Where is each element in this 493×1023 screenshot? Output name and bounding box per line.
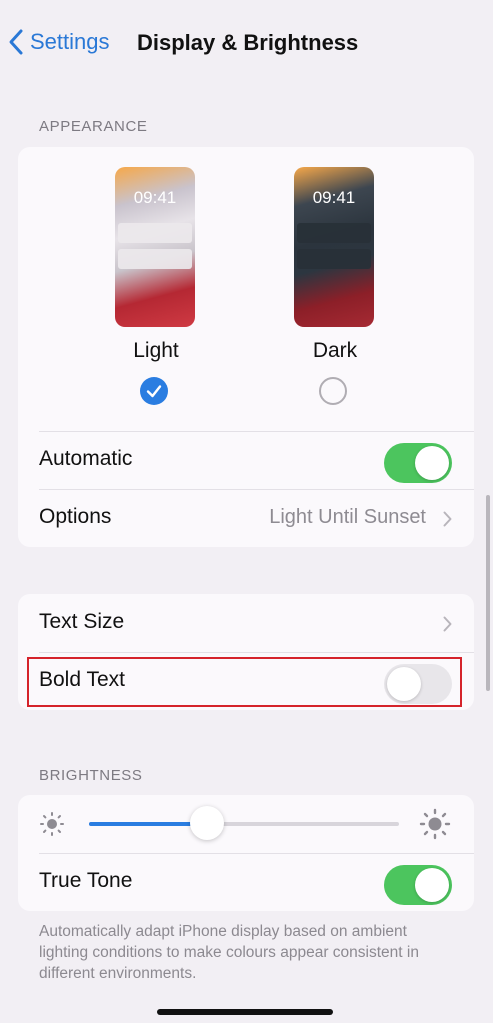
brightness-slider-row [18,795,474,853]
brightness-slider-track[interactable] [89,822,399,826]
brightness-section-label: BRIGHTNESS [39,767,143,784]
brightness-slider-thumb[interactable] [189,806,224,840]
preview-notification [297,223,371,243]
back-button[interactable]: Settings [8,28,110,56]
preview-clock: 09:41 [312,188,356,207]
true-tone-description: Automatically adapt iPhone display based… [39,923,419,982]
chevron-right-icon [443,511,452,527]
chevron-left-icon [9,29,23,55]
light-theme-radio[interactable] [140,377,168,405]
light-theme-label: Light [133,339,179,362]
true-tone-row: True Tone [18,853,474,911]
bold-text-highlight-box [27,657,462,707]
options-label: Options [39,505,112,528]
text-size-row[interactable]: Text Size [18,594,474,652]
dark-theme-radio[interactable] [319,377,347,405]
back-label: Settings [30,29,110,54]
preview-notification [118,223,192,243]
true-tone-toggle[interactable] [384,865,452,905]
toggle-knob [415,446,449,480]
toggle-knob [415,868,449,902]
checkmark-icon [146,385,162,398]
scrollbar[interactable] [486,495,490,691]
dark-theme-label: Dark [312,339,358,362]
sun-small-icon [40,812,64,836]
automatic-toggle[interactable] [384,443,452,483]
automatic-row: Automatic [18,431,474,489]
home-indicator[interactable] [157,1009,333,1015]
options-value: Light Until Sunset [269,506,426,528]
preview-clock: 09:41 [133,188,177,207]
appearance-card: 09:41 Light 09:41 Dark Automatic Options… [18,147,474,547]
automatic-label: Automatic [39,447,133,470]
preview-notification [118,249,192,269]
light-theme-preview[interactable]: 09:41 [115,167,195,327]
preview-notification [297,249,371,269]
appearance-section-label: APPEARANCE [39,118,148,135]
true-tone-label: True Tone [39,869,133,892]
text-size-label: Text Size [39,610,125,633]
brightness-card: True Tone [18,795,474,911]
theme-option-light[interactable]: 09:41 Light [115,167,197,405]
theme-option-dark[interactable]: 09:41 Dark [294,167,376,405]
navigation-bar: Settings Display & Brightness [0,0,493,90]
dark-theme-preview[interactable]: 09:41 [294,167,374,327]
chevron-right-icon [443,616,452,632]
page-title: Display & Brightness [137,30,359,55]
options-row[interactable]: Options Light Until Sunset [18,489,474,547]
sun-large-icon [419,808,451,840]
